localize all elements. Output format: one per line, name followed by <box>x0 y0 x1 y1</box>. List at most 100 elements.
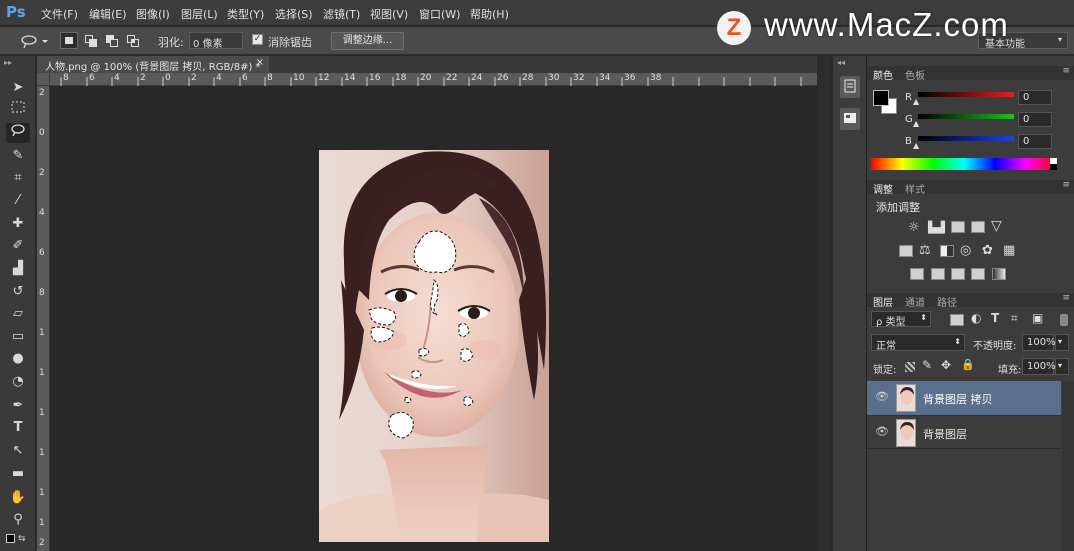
visibility-eye-icon[interactable]: 👁 <box>875 390 889 403</box>
pixel-filter-icon[interactable] <box>950 314 964 326</box>
history-panel-icon[interactable] <box>840 76 860 98</box>
red-value-input[interactable]: 0 <box>1018 90 1052 105</box>
pen-tool-icon[interactable]: ✒ <box>6 396 30 416</box>
properties-panel-icon[interactable] <box>840 108 860 130</box>
invert-icon[interactable] <box>910 268 924 280</box>
foreground-color-swatch[interactable] <box>873 90 889 106</box>
history-brush-tool-icon[interactable]: ↺ <box>6 282 30 302</box>
hue-saturation-icon[interactable] <box>899 245 913 257</box>
gradient-map-icon[interactable] <box>992 268 1006 280</box>
menu-filter[interactable]: 滤镜(T) <box>323 6 360 22</box>
exposure-icon[interactable] <box>971 221 985 233</box>
smart-object-filter-icon[interactable]: ▣ <box>1032 311 1043 325</box>
slider-handle-icon[interactable]: ▲ <box>913 97 919 106</box>
crop-tool-icon[interactable]: ⌗ <box>6 168 30 188</box>
hand-tool-icon[interactable]: ✋ <box>6 488 30 508</box>
green-value-input[interactable]: 0 <box>1018 112 1052 127</box>
type-tool-icon[interactable]: T <box>6 418 30 438</box>
tab-color[interactable]: 颜色 <box>873 67 893 82</box>
layer-row[interactable]: 👁 背景图层 拷贝 <box>867 381 1061 415</box>
healing-brush-tool-icon[interactable]: ✚ <box>6 214 30 234</box>
eraser-tool-icon[interactable]: ▱ <box>6 304 30 324</box>
slider-handle-icon[interactable]: ▲ <box>913 119 919 128</box>
tab-swatches[interactable]: 色板 <box>905 67 925 82</box>
lock-all-icon[interactable]: 🔒 <box>961 358 975 371</box>
blue-slider[interactable] <box>918 136 1014 141</box>
lasso-tool-icon[interactable] <box>6 123 30 143</box>
red-slider[interactable] <box>918 92 1014 97</box>
color-balance-icon[interactable]: ⚖ <box>919 243 931 258</box>
clone-stamp-tool-icon[interactable]: ▟ <box>6 259 30 279</box>
intersect-selection-icon[interactable] <box>124 32 142 49</box>
opacity-dropdown-icon[interactable]: ▾ <box>1055 334 1069 351</box>
refine-edge-button[interactable]: 调整边缘... <box>331 32 404 50</box>
menu-view[interactable]: 视图(V) <box>370 6 408 22</box>
lock-position-icon[interactable]: ✥ <box>941 358 951 372</box>
subtract-selection-icon[interactable] <box>103 32 121 49</box>
green-slider[interactable] <box>918 114 1014 119</box>
antialias-checkbox[interactable]: ✓ <box>252 34 263 45</box>
zoom-tool-icon[interactable]: ⚲ <box>6 510 30 530</box>
eyedropper-tool-icon[interactable]: ⁄ <box>6 191 30 211</box>
document-tab[interactable]: 人物.png @ 100% (背景图层 拷贝, RGB/8#) * × <box>37 56 269 73</box>
rectangle-tool-icon[interactable]: ▬ <box>6 464 30 484</box>
lock-pixels-icon[interactable]: ✎ <box>922 358 932 372</box>
posterize-icon[interactable] <box>931 268 945 280</box>
levels-icon[interactable]: ▙▟ <box>928 221 945 234</box>
ruler-origin[interactable] <box>37 73 50 86</box>
color-spectrum-bar[interactable] <box>871 158 1057 170</box>
add-selection-icon[interactable] <box>82 32 100 49</box>
gradient-tool-icon[interactable]: ▭ <box>6 327 30 347</box>
blend-mode-select[interactable]: 正常 ⬍ <box>871 334 965 352</box>
new-selection-icon[interactable] <box>60 32 78 49</box>
menu-select[interactable]: 选择(S) <box>275 6 313 22</box>
photo-filter-icon[interactable]: ◎ <box>960 243 971 258</box>
tab-paths[interactable]: 路径 <box>937 294 957 309</box>
collapse-arrows-icon[interactable]: ▸▸ <box>4 58 12 67</box>
tab-adjustments[interactable]: 调整 <box>873 181 893 196</box>
adjustment-filter-icon[interactable]: ◐ <box>971 311 981 325</box>
quick-selection-tool-icon[interactable]: ✎ <box>6 146 30 166</box>
lasso-preset-icon[interactable] <box>20 33 50 49</box>
opacity-input[interactable]: 100% <box>1022 334 1056 351</box>
fill-input[interactable]: 100% <box>1022 358 1056 375</box>
blur-tool-icon[interactable]: ● <box>6 349 30 369</box>
marquee-tool-icon[interactable] <box>6 100 30 120</box>
type-filter-icon[interactable]: T <box>991 311 999 325</box>
panel-menu-icon[interactable]: ≡ <box>1062 293 1070 303</box>
filter-toggle[interactable] <box>1060 314 1068 326</box>
brush-tool-icon[interactable]: ✐ <box>6 236 30 256</box>
menu-help[interactable]: 帮助(H) <box>470 6 509 22</box>
path-selection-tool-icon[interactable]: ↖ <box>6 441 30 461</box>
tab-styles[interactable]: 样式 <box>905 181 925 196</box>
foreground-color-swatch[interactable] <box>6 534 15 543</box>
blue-value-input[interactable]: 0 <box>1018 134 1052 149</box>
slider-handle-icon[interactable]: ▲ <box>913 141 919 150</box>
panel-menu-icon[interactable]: ≡ <box>1062 180 1070 190</box>
tab-channels[interactable]: 通道 <box>905 294 925 309</box>
layers-scrollbar[interactable] <box>1062 381 1074 551</box>
brightness-contrast-icon[interactable]: ☼ <box>908 220 920 235</box>
channel-mixer-icon[interactable]: ✿ <box>982 243 993 258</box>
panel-menu-icon[interactable]: ≡ <box>1062 66 1070 76</box>
swap-colors-icon[interactable]: ⇆ <box>18 534 26 544</box>
close-tab-icon[interactable]: × <box>256 57 264 68</box>
tab-layers[interactable]: 图层 <box>873 294 893 309</box>
shape-filter-icon[interactable]: ⌗ <box>1011 311 1018 326</box>
threshold-icon[interactable] <box>951 268 965 280</box>
move-tool-icon[interactable]: ➤ <box>6 78 30 98</box>
black-white-icon[interactable] <box>940 245 954 257</box>
fill-dropdown-icon[interactable]: ▾ <box>1055 358 1069 375</box>
selective-color-icon[interactable] <box>971 268 985 280</box>
visibility-eye-icon[interactable]: 👁 <box>875 425 889 438</box>
black-white-swatch[interactable] <box>1050 158 1057 170</box>
curves-icon[interactable] <box>951 221 965 233</box>
layer-row[interactable]: 👁 背景图层 <box>867 415 1061 449</box>
collapse-arrows-icon[interactable]: ◂◂ <box>837 58 845 67</box>
dodge-tool-icon[interactable]: ◔ <box>6 372 30 392</box>
menu-type[interactable]: 类型(Y) <box>227 6 264 22</box>
color-lookup-icon[interactable]: ▦ <box>1003 243 1015 258</box>
lock-transparent-icon[interactable] <box>905 362 915 372</box>
feather-input[interactable]: 0 像素 <box>189 32 243 50</box>
vibrance-icon[interactable]: ▽ <box>991 218 1002 234</box>
